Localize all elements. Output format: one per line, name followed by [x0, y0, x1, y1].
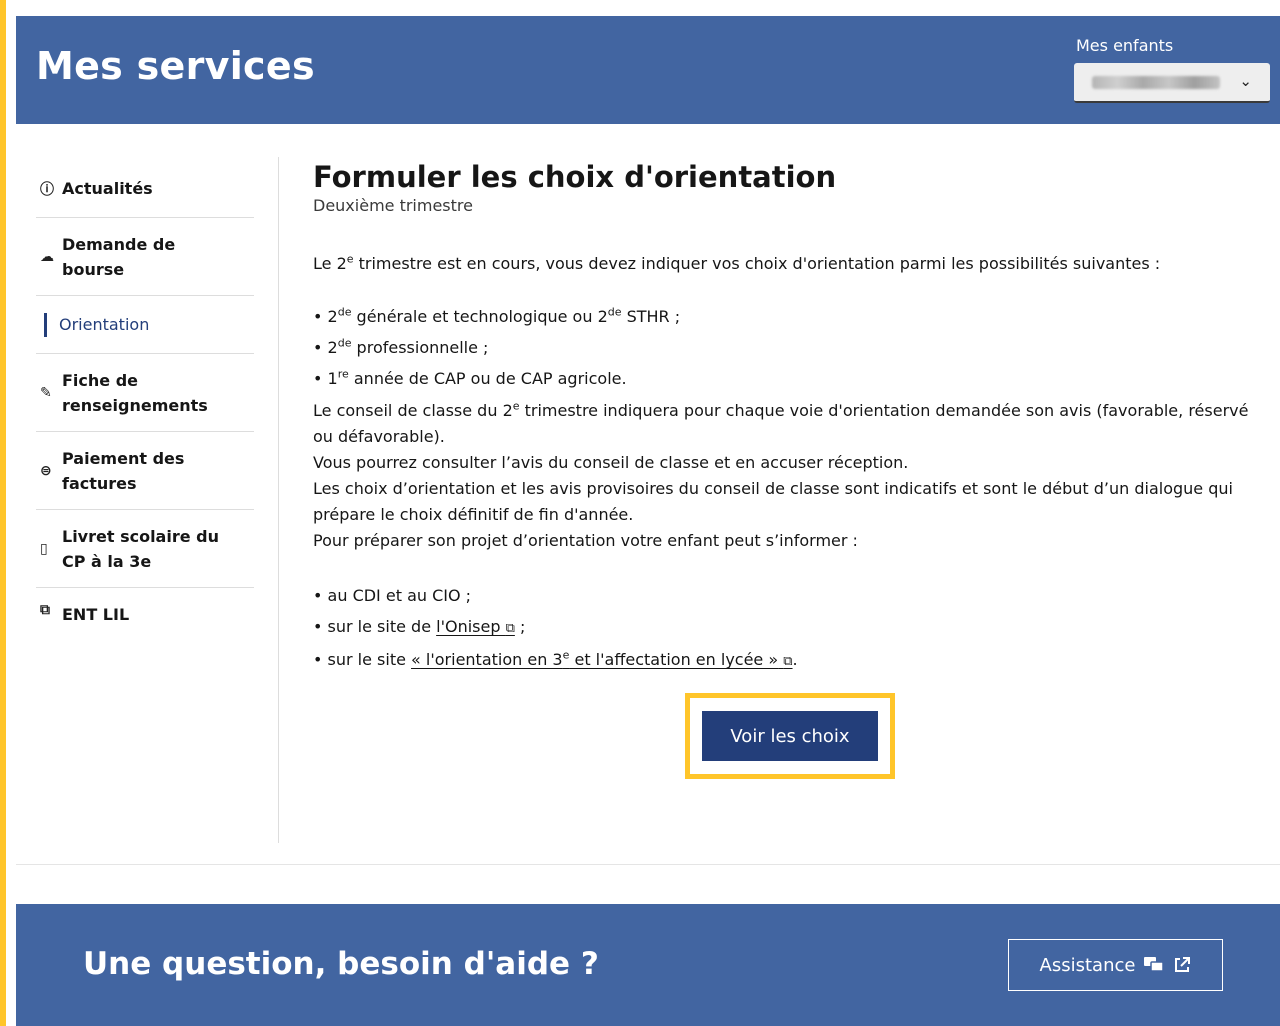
child-select[interactable]: ⌄: [1074, 63, 1270, 103]
list-item: 2de professionnelle ;: [313, 332, 1268, 363]
assistance-button[interactable]: Assistance: [1008, 939, 1223, 991]
sidebar-divider: [278, 157, 279, 843]
sidebar-item-label: Paiement des factures: [62, 448, 185, 493]
consult-text: Vous pourrez consulter l’avis du conseil…: [313, 453, 909, 472]
sidebar-item-label: ENT LIL: [62, 605, 130, 624]
external-link-icon: [1175, 957, 1191, 972]
voir-les-choix-button[interactable]: Voir les choix: [702, 711, 878, 761]
chevron-down-icon: ⌄: [1239, 72, 1252, 90]
help-footer: Une question, besoin d'aide ? Assistance: [16, 904, 1280, 1026]
edit-icon: ✎: [40, 384, 52, 401]
list-item: 2de générale et technologique ou 2de STH…: [313, 301, 1268, 332]
sidebar-item-orientation[interactable]: Orientation: [36, 296, 254, 354]
hand-coins-icon: ☁: [40, 248, 54, 265]
council-text: Le conseil de classe du 2e trimestre ind…: [313, 399, 1249, 446]
sidebar-item-label: Orientation: [59, 315, 150, 334]
external-link-icon: ⧉: [40, 602, 50, 618]
page-title: Mes services: [36, 44, 315, 88]
sidebar-item-demande-bourse[interactable]: ☁ Demande de bourse: [36, 218, 254, 296]
children-label: Mes enfants: [1076, 36, 1174, 55]
sidebar-item-label: Actualités: [62, 179, 153, 198]
section-divider: [16, 864, 1280, 865]
help-question: Une question, besoin d'aide ?: [83, 946, 599, 982]
onisep-link[interactable]: l'Onisep ⧉: [436, 617, 515, 636]
sidebar-item-fiche-renseignements[interactable]: ✎ Fiche de renseignements: [36, 354, 254, 432]
child-name-blurred: [1092, 76, 1220, 89]
chat-support-icon: [1144, 957, 1165, 972]
list-item: au CDI et au CIO ;: [313, 580, 1268, 611]
sidebar-nav: ⓘ Actualités ☁ Demande de bourse Orienta…: [36, 160, 254, 640]
sidebar-item-actualites[interactable]: ⓘ Actualités: [36, 160, 254, 218]
sidebar-item-livret-scolaire[interactable]: ▯ Livret scolaire du CP à la 3e: [36, 510, 254, 588]
choices-text: Les choix d’orientation et les avis prov…: [313, 479, 1233, 524]
sidebar-item-paiement-factures[interactable]: ⊜ Paiement des factures: [36, 432, 254, 510]
orientation-affectation-link[interactable]: « l'orientation en 3e et l'affectation e…: [411, 650, 793, 669]
info-sources-list: au CDI et au CIO ; sur le site de l'Onis…: [313, 580, 1268, 677]
main-content: Formuler les choix d'orientation Deuxièm…: [313, 158, 1268, 677]
external-link-icon: ⧉: [505, 621, 515, 636]
section-title: Formuler les choix d'orientation: [313, 160, 837, 194]
money-icon: ⊜: [40, 462, 52, 479]
sidebar-item-label: Fiche de renseignements: [62, 370, 208, 415]
book-icon: ▯: [40, 540, 48, 557]
info-icon: ⓘ: [40, 181, 54, 198]
section-subtitle: Deuxième trimestre: [313, 196, 473, 215]
sidebar-item-label: Demande de bourse: [62, 234, 176, 279]
page-header: Mes services Mes enfants ⌄: [16, 16, 1280, 124]
prepare-text: Pour préparer son projet d’orientation v…: [313, 531, 858, 550]
orientation-options-list: 2de générale et technologique ou 2de STH…: [313, 301, 1268, 394]
assistance-label: Assistance: [1039, 954, 1136, 976]
list-item: sur le site « l'orientation en 3e et l'a…: [313, 644, 1268, 677]
active-indicator: [44, 312, 47, 337]
list-item: 1re année de CAP ou de CAP agricole.: [313, 363, 1268, 394]
sidebar-item-label: Livret scolaire du CP à la 3e: [62, 526, 219, 571]
children-selector: Mes enfants ⌄: [1074, 36, 1270, 103]
left-accent-bar: [0, 0, 6, 1026]
sidebar-item-ent-lil[interactable]: ⧉ ENT LIL: [36, 588, 254, 640]
external-link-icon: ⧉: [783, 654, 793, 669]
list-item: sur le site de l'Onisep ⧉ ;: [313, 611, 1268, 644]
intro-text: Le 2e trimestre est en cours, vous devez…: [313, 252, 1161, 273]
